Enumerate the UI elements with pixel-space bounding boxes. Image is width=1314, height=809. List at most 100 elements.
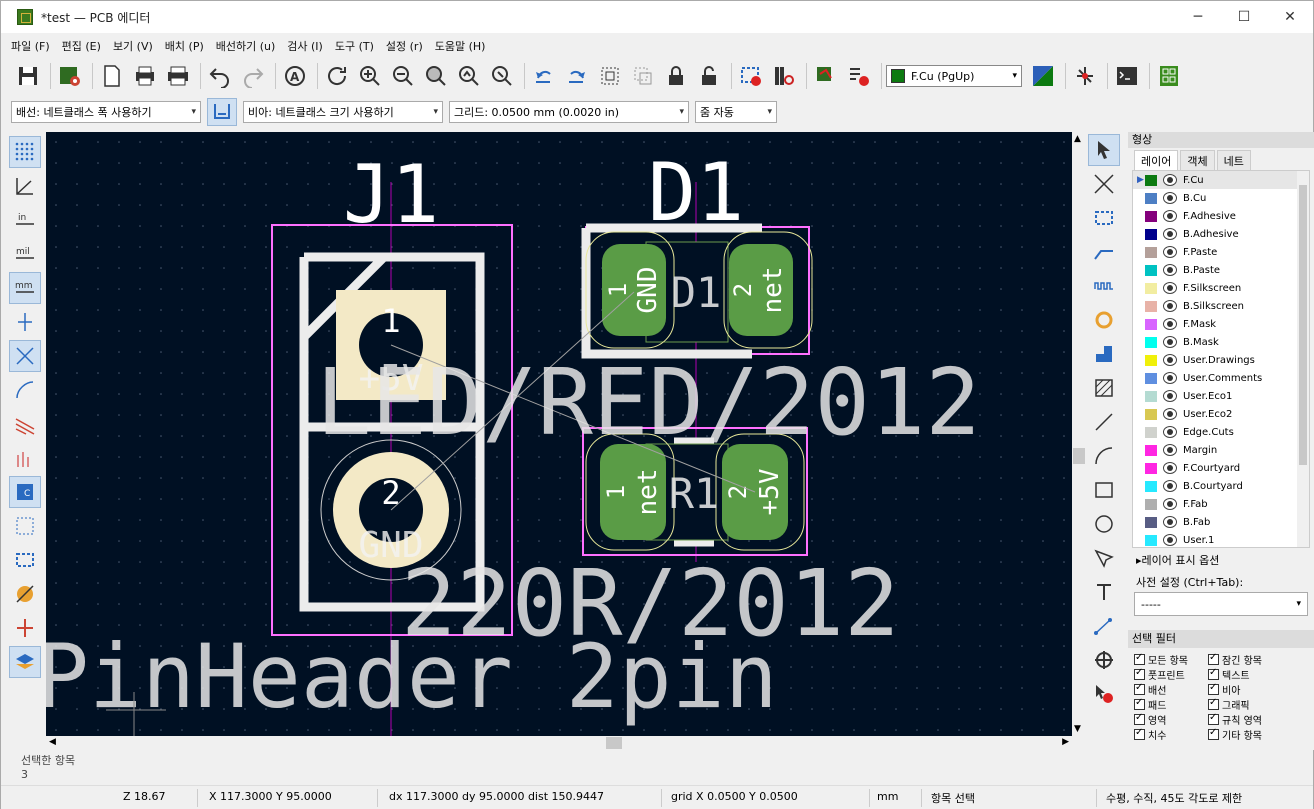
layer-display-options[interactable]: ▸레이어 표시 옵션 — [1128, 548, 1314, 568]
drc-button[interactable] — [844, 61, 874, 91]
layer-row[interactable]: Margin — [1133, 441, 1309, 459]
update-pcb-button[interactable] — [736, 61, 766, 91]
zone-fill-button[interactable]: C — [9, 476, 41, 508]
menu-place[interactable]: 배치 (P) — [165, 38, 204, 54]
checkbox[interactable] — [1134, 697, 1145, 710]
eye-icon[interactable] — [1163, 318, 1177, 330]
tab-objects[interactable]: 객체 — [1180, 150, 1215, 170]
tab-layers[interactable]: 레이어 — [1134, 150, 1179, 170]
layer-row[interactable]: User.1 — [1133, 531, 1309, 547]
scroll-up-icon[interactable]: ▲ — [1074, 134, 1081, 144]
layer-color-swatch[interactable] — [1145, 300, 1157, 312]
zoom-selection-button[interactable] — [487, 61, 517, 91]
add-dimension-button[interactable] — [1088, 610, 1120, 642]
eye-icon[interactable] — [1163, 408, 1177, 420]
route-button[interactable] — [811, 61, 841, 91]
scroll-thumb[interactable] — [606, 737, 622, 749]
via-size-select[interactable]: 비아: 네트클래스 크기 사용하기 ▾ — [243, 101, 443, 123]
checkbox[interactable] — [1134, 667, 1145, 680]
filter-locked-items[interactable]: 잠긴 항목 — [1208, 652, 1288, 667]
polar-coords-button[interactable] — [9, 170, 41, 202]
filter-rule-areas[interactable]: 규칙 영역 — [1208, 712, 1288, 727]
eye-icon[interactable] — [1163, 462, 1177, 474]
add-zone-button[interactable] — [1088, 338, 1120, 370]
delete-tool-button[interactable] — [1088, 678, 1120, 710]
menu-preferences[interactable]: 설정 (r) — [386, 38, 423, 54]
layer-color-swatch[interactable] — [1145, 264, 1157, 276]
units-inch-button[interactable]: in — [9, 204, 41, 236]
filter-other-items[interactable]: 기타 항목 — [1208, 727, 1288, 742]
eye-icon[interactable] — [1163, 534, 1177, 546]
net-color-button[interactable] — [9, 408, 41, 440]
layer-list-scrollbar[interactable] — [1297, 171, 1309, 547]
lock-button[interactable] — [661, 61, 691, 91]
layer-row[interactable]: B.Cu — [1133, 189, 1309, 207]
scroll-left-icon[interactable]: ◀ — [49, 737, 56, 747]
track-highlight-button[interactable] — [9, 442, 41, 474]
scroll-down-icon[interactable]: ▼ — [1074, 724, 1081, 734]
layer-row[interactable]: F.Paste — [1133, 243, 1309, 261]
eye-icon[interactable] — [1163, 300, 1177, 312]
set-origin-button[interactable] — [1088, 644, 1120, 676]
checkbox[interactable] — [1134, 682, 1145, 695]
layer-color-swatch[interactable] — [1145, 480, 1157, 492]
layer-row[interactable]: F.Adhesive — [1133, 207, 1309, 225]
eye-icon[interactable] — [1163, 174, 1177, 186]
via-fill-button[interactable] — [9, 578, 41, 610]
filter-text[interactable]: 텍스트 — [1208, 667, 1288, 682]
highlight-net-button[interactable] — [1088, 168, 1120, 200]
layer-row[interactable]: F.Courtyard — [1133, 459, 1309, 477]
checkbox[interactable] — [1134, 712, 1145, 725]
layer-row[interactable]: B.Silkscreen — [1133, 297, 1309, 315]
filter-vias[interactable]: 비아 — [1208, 682, 1288, 697]
save-button[interactable] — [13, 61, 43, 91]
layer-row[interactable]: Edge.Cuts — [1133, 423, 1309, 441]
units-mm-button[interactable]: mm — [9, 272, 41, 304]
pcb-canvas[interactable]: 1 +5V 2 GND 1 GND 2 net D1 1 net 2 +5V R… — [46, 132, 1072, 736]
ratsnest-button[interactable] — [9, 340, 41, 372]
filter-zones[interactable]: 영역 — [1134, 712, 1208, 727]
menu-edit[interactable]: 편집 (E) — [62, 38, 101, 54]
add-rule-area-button[interactable] — [1088, 372, 1120, 404]
menu-tools[interactable]: 도구 (T) — [335, 38, 374, 54]
route-track-button[interactable] — [1088, 236, 1120, 268]
layer-row[interactable]: User.Eco1 — [1133, 387, 1309, 405]
layer-row[interactable]: F.Silkscreen — [1133, 279, 1309, 297]
checkbox[interactable] — [1134, 727, 1145, 740]
zoom-objects-button[interactable] — [454, 61, 484, 91]
mirror-h-button[interactable] — [595, 61, 625, 91]
layer-pair-button[interactable] — [1028, 61, 1058, 91]
add-text-button[interactable] — [1088, 576, 1120, 608]
checkbox[interactable] — [1208, 712, 1219, 725]
scroll-thumb[interactable] — [1073, 448, 1085, 464]
menu-file[interactable]: 파일 (F) — [11, 38, 50, 54]
layer-color-swatch[interactable] — [1145, 534, 1157, 546]
checkbox[interactable] — [1134, 652, 1145, 665]
layer-color-swatch[interactable] — [1145, 462, 1157, 474]
layers-manager-button[interactable] — [9, 646, 41, 678]
menu-inspect[interactable]: 검사 (I) — [287, 38, 323, 54]
eye-icon[interactable] — [1163, 354, 1177, 366]
eye-icon[interactable] — [1163, 264, 1177, 276]
add-footprint-button[interactable] — [1088, 202, 1120, 234]
preset-select[interactable]: ----- ▾ — [1134, 592, 1308, 616]
layer-row[interactable]: B.Mask — [1133, 333, 1309, 351]
unlock-button[interactable] — [694, 61, 724, 91]
add-via-button[interactable] — [1088, 304, 1120, 336]
filter-dimensions[interactable]: 치수 — [1134, 727, 1208, 742]
select-tool-button[interactable] — [1088, 134, 1120, 166]
layer-row[interactable]: ▶ F.Cu — [1133, 171, 1309, 189]
filter-pads[interactable]: 패드 — [1134, 697, 1208, 712]
curved-ratsnest-button[interactable] — [9, 374, 41, 406]
auto-track-width-button[interactable] — [207, 98, 237, 126]
zoom-select[interactable]: 줌 자동 ▾ — [695, 101, 777, 123]
minimize-button[interactable]: ─ — [1175, 1, 1221, 33]
plugin-button[interactable] — [1154, 61, 1184, 91]
layer-color-swatch[interactable] — [1145, 426, 1157, 438]
footprint-browser-button[interactable] — [769, 61, 799, 91]
layer-row[interactable]: B.Paste — [1133, 261, 1309, 279]
checkbox[interactable] — [1208, 652, 1219, 665]
layer-color-swatch[interactable] — [1145, 228, 1157, 240]
draw-circle-button[interactable] — [1088, 508, 1120, 540]
menu-help[interactable]: 도움말 (H) — [435, 38, 486, 54]
